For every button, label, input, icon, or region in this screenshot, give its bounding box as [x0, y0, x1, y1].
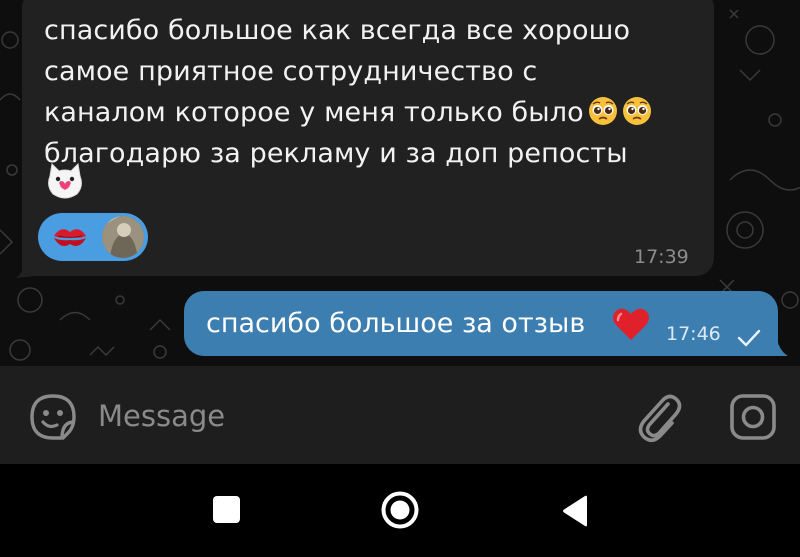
reactions-pill[interactable]: [38, 213, 148, 261]
recents-icon[interactable]: [213, 496, 240, 523]
red-heart-emoji-icon: [613, 308, 649, 340]
sent-check-icon: [737, 329, 761, 347]
chat-area[interactable]: спасибо большое как всегда все хорошо са…: [0, 0, 800, 366]
home-icon[interactable]: [380, 490, 420, 530]
reaction-user-avatar[interactable]: [102, 216, 144, 258]
camera-icon[interactable]: [728, 392, 778, 442]
outgoing-message-time: 17:46: [666, 323, 721, 345]
incoming-message-text: спасибо большое как всегда все хорошо са…: [44, 10, 684, 174]
back-icon[interactable]: [560, 494, 590, 528]
incoming-message-time: 17:39: [634, 246, 689, 268]
cat-with-heart-sticker-icon: [48, 162, 82, 199]
kiss-mark-icon[interactable]: [52, 222, 88, 252]
attach-icon[interactable]: [632, 390, 682, 444]
incoming-line-3: каналом которое у меня только было: [44, 97, 584, 128]
incoming-line-1: спасибо большое как всегда все хорошо: [44, 15, 631, 46]
emoji-icon[interactable]: [28, 392, 78, 442]
pleading-face-emoji-icon: [588, 97, 617, 125]
pleading-face-emoji-icon: [622, 97, 651, 125]
incoming-bubble-tail: [16, 262, 34, 278]
avatar-photo-icon: [102, 216, 144, 258]
outgoing-bubble-tail: [770, 334, 788, 356]
outgoing-message-text: спасибо большое за отзыв: [206, 308, 586, 339]
incoming-line-2: самое приятное сотрудничество с: [44, 56, 538, 87]
message-input[interactable]: [98, 394, 598, 438]
incoming-line-4: благодарю за рекламу и за доп репосты: [44, 138, 628, 169]
